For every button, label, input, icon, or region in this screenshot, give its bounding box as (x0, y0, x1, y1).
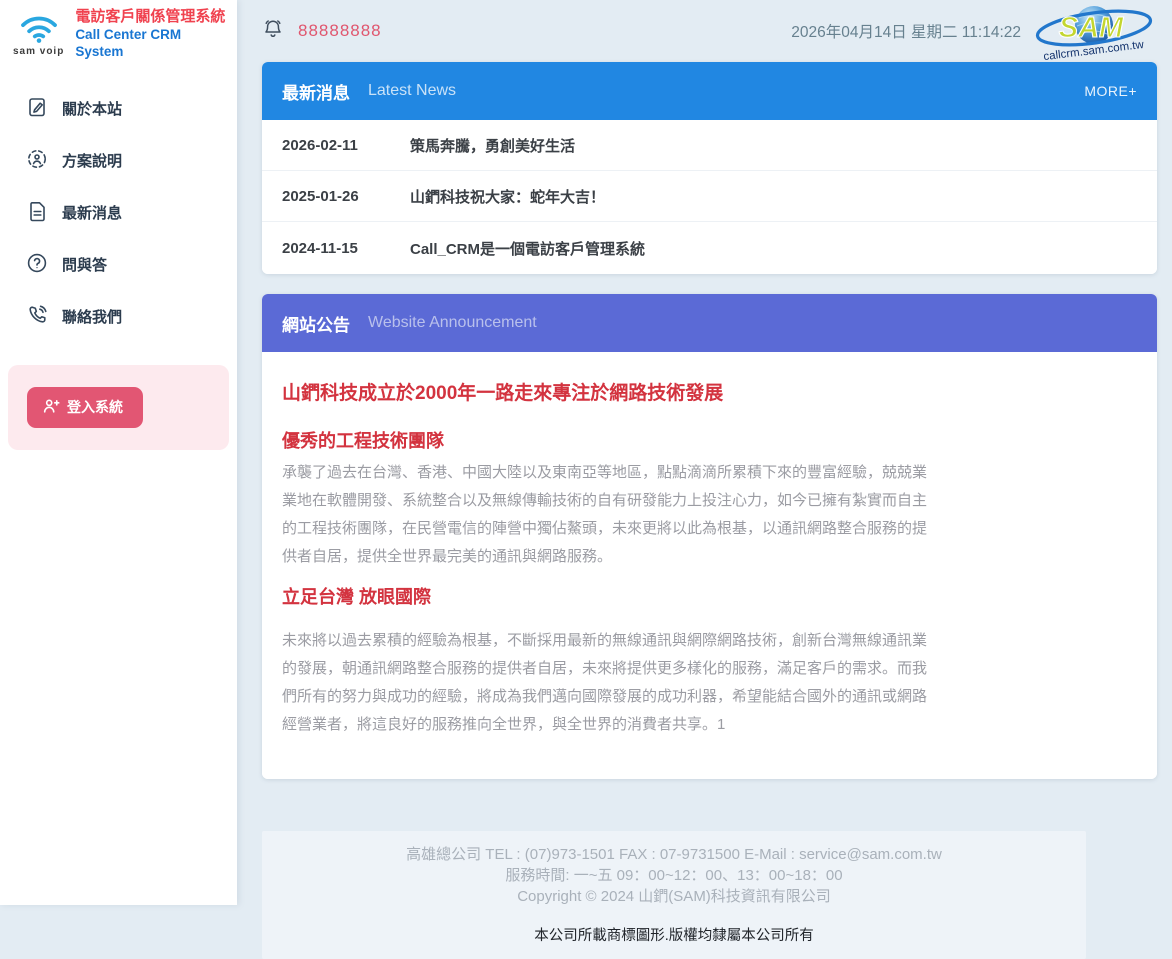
news-date: 2024-11-15 (282, 240, 410, 257)
brand-logo-text: sam voip (13, 46, 64, 57)
sidebar-item-contact[interactable]: 聯絡我們 (0, 291, 237, 343)
brand-title-en: Call Center CRM System (75, 27, 231, 61)
announcement-body: 山鍆科技成立於2000年一路走來專注於網路技術發展 優秀的工程技術團隊 承襲了過… (262, 352, 1157, 779)
sidebar-item-label: 最新消息 (62, 202, 122, 223)
news-more-link[interactable]: MORE+ (1084, 83, 1137, 99)
hotline: 88888888 (262, 18, 382, 45)
news-item-title: 山鍆科技祝大家：蛇年大吉！ (410, 186, 605, 207)
main-content: 88888888 2026年04月14日 星期二 11:14:22 (237, 0, 1172, 905)
footer-hours: 服務時間: 一~五 09：00~12：00、13：00~18：00 (272, 865, 1076, 886)
sidebar-item-label: 問與答 (62, 254, 107, 275)
news-document-icon (26, 200, 48, 226)
datetime: 2026年04月14日 星期二 11:14:22 (791, 20, 1021, 42)
plan-icon (26, 148, 48, 174)
news-row[interactable]: 2025-01-26 山鍆科技祝大家：蛇年大吉！ (262, 171, 1157, 222)
sidebar-item-label: 聯絡我們 (62, 306, 122, 327)
announcement-paragraph: 未來將以過去累積的經驗為根基，不斷採用最新的無線通訊與網際網路技術，創新台灣無線… (282, 627, 940, 739)
news-item-title: 策馬奔騰，勇創美好生活 (410, 135, 575, 156)
announcement-title-zh: 網站公告 (282, 311, 350, 336)
hotline-number: 88888888 (298, 21, 382, 41)
news-card: 最新消息 Latest News MORE+ 2026-02-11 策馬奔騰，勇… (262, 62, 1157, 274)
announcement-section-heading: 優秀的工程技術團隊 (282, 427, 1137, 453)
login-button-label: 登入系統 (67, 397, 123, 417)
brand-title-zh: 電訪客戶關係管理系統 (75, 8, 231, 27)
news-date: 2025-01-26 (282, 188, 410, 205)
person-plus-icon (42, 397, 60, 418)
brand-logo: sam voip (10, 11, 67, 57)
login-button[interactable]: 登入系統 (27, 387, 143, 428)
topbar: 88888888 2026年04月14日 星期二 11:14:22 (262, 0, 1157, 62)
sidebar-item-label: 關於本站 (62, 98, 122, 119)
sam-logo[interactable]: SAM callcrm.sam.com.tw (1031, 4, 1157, 60)
sidebar-item-plans[interactable]: 方案說明 (0, 135, 237, 187)
news-row[interactable]: 2026-02-11 策馬奔騰，勇創美好生活 (262, 120, 1157, 171)
news-title-en: Latest News (368, 82, 456, 100)
announcement-paragraph: 承襲了過去在台灣、香港、中國大陸以及東南亞等地區，點點滴滴所累積下來的豐富經驗，… (282, 459, 940, 571)
edit-document-icon (26, 96, 48, 122)
contact-phone-icon (26, 304, 48, 330)
news-row[interactable]: 2024-11-15 Call_CRM是一個電訪客戶管理系統 (262, 222, 1157, 274)
announcement-title-en: Website Announcement (368, 314, 537, 332)
sidebar-item-label: 方案說明 (62, 150, 122, 171)
news-card-header: 最新消息 Latest News MORE+ (262, 62, 1157, 120)
news-item-title: Call_CRM是一個電訪客戶管理系統 (410, 238, 645, 259)
wifi-icon (16, 11, 62, 48)
footer: 高雄總公司 TEL : (07)973-1501 FAX : 07-973150… (262, 831, 1086, 959)
news-date: 2026-02-11 (282, 137, 410, 154)
login-panel: 登入系統 (8, 365, 229, 450)
announcement-card: 網站公告 Website Announcement 山鍆科技成立於2000年一路… (262, 294, 1157, 779)
announcement-section-heading: 立足台灣 放眼國際 (282, 583, 1137, 609)
announcement-headline: 山鍆科技成立於2000年一路走來專注於網路技術發展 (282, 378, 1137, 405)
sidebar: sam voip 電訪客戶關係管理系統 Call Center CRM Syst… (0, 0, 237, 905)
news-title-zh: 最新消息 (282, 79, 350, 104)
brand: sam voip 電訪客戶關係管理系統 Call Center CRM Syst… (0, 0, 237, 67)
sidebar-item-news[interactable]: 最新消息 (0, 187, 237, 239)
sidebar-item-about[interactable]: 關於本站 (0, 83, 237, 135)
sidebar-item-faq[interactable]: 問與答 (0, 239, 237, 291)
footer-contact: 高雄總公司 TEL : (07)973-1501 FAX : 07-973150… (272, 844, 1076, 865)
footer-copyright: Copyright © 2024 山鍆(SAM)科技資訊有限公司 (272, 886, 1076, 907)
announcement-card-header: 網站公告 Website Announcement (262, 294, 1157, 352)
sidebar-menu: 關於本站 方案說明 最新消息 (0, 83, 237, 343)
sam-logo-text: SAM (1059, 12, 1124, 44)
footer-trademark: 本公司所載商標圖形.版權均隸屬本公司所有 (272, 924, 1076, 945)
bell-icon (262, 18, 284, 45)
question-circle-icon (26, 252, 48, 278)
